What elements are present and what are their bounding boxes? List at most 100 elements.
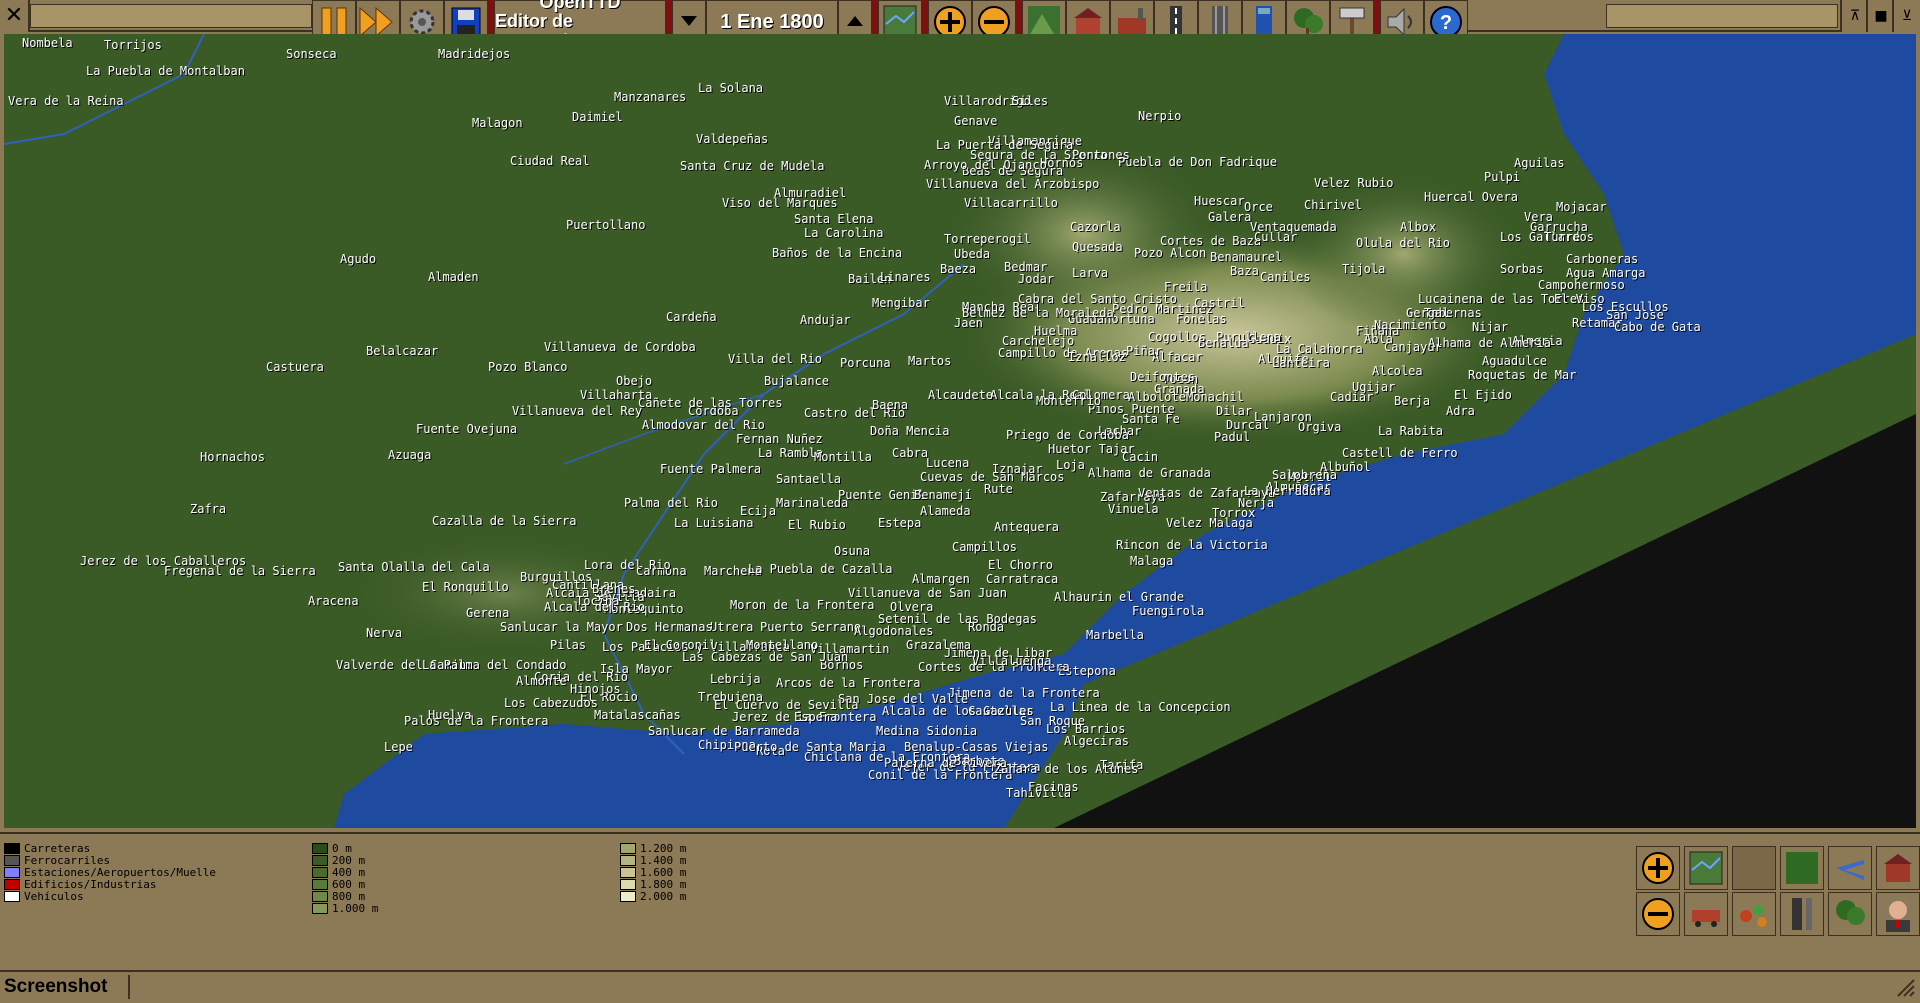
- town-label[interactable]: Jimena de la Frontera: [948, 686, 1100, 700]
- town-label[interactable]: Baños de la Encina: [772, 246, 902, 260]
- town-label[interactable]: Pulpi: [1484, 170, 1520, 184]
- town-label[interactable]: Agudo: [340, 252, 376, 266]
- vehicles-toggle-button[interactable]: [1684, 892, 1728, 936]
- contours-toggle-button[interactable]: [1780, 846, 1824, 890]
- town-label[interactable]: La Linea de la Concepcion: [1050, 700, 1231, 714]
- town-label[interactable]: Algeciras: [1064, 734, 1129, 748]
- town-label[interactable]: Campohermoso: [1538, 278, 1625, 292]
- town-label[interactable]: Madridejos: [438, 47, 510, 61]
- town-label[interactable]: Larva: [1072, 266, 1108, 280]
- town-label[interactable]: El Viso: [1554, 292, 1605, 306]
- town-label[interactable]: Dilar: [1216, 404, 1252, 418]
- town-label[interactable]: Nerpio: [1138, 109, 1181, 123]
- town-label[interactable]: Nombela: [22, 36, 73, 50]
- town-label[interactable]: Conil de la Frontera: [868, 768, 1013, 782]
- town-label[interactable]: Cabra del Santo Cristo: [1018, 292, 1177, 306]
- town-label[interactable]: Alcaudete: [928, 388, 993, 402]
- town-label[interactable]: Iznajar: [992, 462, 1043, 476]
- town-label[interactable]: Iznalloz: [1068, 350, 1126, 364]
- town-label[interactable]: Villanueva de Cordoba: [544, 340, 696, 354]
- town-label[interactable]: El Cuervo de Sevilla: [714, 698, 859, 712]
- town-label[interactable]: Marbella: [1086, 628, 1144, 642]
- town-label[interactable]: Doña Mencia: [870, 424, 949, 438]
- town-label[interactable]: Castuera: [266, 360, 324, 374]
- town-label[interactable]: Campillos: [952, 540, 1017, 554]
- town-label[interactable]: Benamaurel: [1210, 250, 1282, 264]
- town-label[interactable]: Alhaurin el Grande: [1054, 590, 1184, 604]
- town-label[interactable]: Aguadulce: [1482, 354, 1547, 368]
- town-label[interactable]: Almargen: [912, 572, 970, 586]
- town-label[interactable]: Utrera: [710, 620, 753, 634]
- town-label[interactable]: Cañete de las Torres: [638, 396, 783, 410]
- town-label[interactable]: Albolote: [1128, 390, 1186, 404]
- town-label[interactable]: Matalascañas: [594, 708, 681, 722]
- town-label[interactable]: Rute: [984, 482, 1013, 496]
- town-label[interactable]: Manzanares: [614, 90, 686, 104]
- town-label[interactable]: Carboneras: [1566, 252, 1638, 266]
- town-label[interactable]: El Ejido: [1454, 388, 1512, 402]
- town-label[interactable]: Puente Genil: [838, 488, 925, 502]
- minimize-icon[interactable]: ⊼: [1840, 0, 1868, 32]
- town-label[interactable]: Monachil: [1186, 390, 1244, 404]
- town-label[interactable]: Nacimiento: [1374, 318, 1446, 332]
- town-label[interactable]: Aracena: [308, 594, 359, 608]
- town-label[interactable]: Estepa: [878, 516, 921, 530]
- town-label[interactable]: Montefrio: [1036, 394, 1101, 408]
- town-label[interactable]: Pontones: [1072, 148, 1130, 162]
- company-manager-button[interactable]: [1876, 892, 1920, 936]
- town-label[interactable]: Palma del Rio: [624, 496, 718, 510]
- town-label[interactable]: Ciudad Real: [510, 154, 589, 168]
- town-label[interactable]: Alameda: [920, 504, 971, 518]
- town-label[interactable]: Montellano: [746, 638, 818, 652]
- center-map-button[interactable]: [1684, 846, 1728, 890]
- town-label[interactable]: Espera: [794, 710, 837, 724]
- town-label[interactable]: Fregenal de la Sierra: [164, 564, 316, 578]
- town-label[interactable]: La Herradura: [1244, 484, 1331, 498]
- town-label[interactable]: Baza: [1230, 264, 1259, 278]
- town-label[interactable]: Belalcazar: [366, 344, 438, 358]
- town-label[interactable]: Torrox: [1212, 506, 1255, 520]
- town-label[interactable]: Fuengirola: [1132, 604, 1204, 618]
- town-label[interactable]: Martos: [908, 354, 951, 368]
- town-label[interactable]: Hinojos: [570, 682, 621, 696]
- town-label[interactable]: Belmez de la Moraleda: [962, 306, 1114, 320]
- town-label[interactable]: Cabo de Gata: [1614, 320, 1701, 334]
- town-label[interactable]: Aguilas: [1514, 156, 1565, 170]
- town-label[interactable]: Torreperogil: [944, 232, 1031, 246]
- blank-button[interactable]: [1732, 846, 1776, 890]
- legend-zoom-out-button[interactable]: [1636, 892, 1680, 936]
- town-label[interactable]: Mengibar: [872, 296, 930, 310]
- map-viewport[interactable]: Nombela Torrijos Sonseca Madridejos La Puebl…: [4, 34, 1916, 828]
- town-label[interactable]: Palos de la Frontera: [404, 714, 549, 728]
- town-label[interactable]: Sanlucar la Mayor: [500, 620, 623, 634]
- town-label[interactable]: Cardeña: [666, 310, 717, 324]
- town-label[interactable]: Siles: [1012, 94, 1048, 108]
- town-label[interactable]: Andujar: [800, 313, 851, 327]
- town-label[interactable]: Santa Olalla del Cala: [338, 560, 490, 574]
- town-label[interactable]: Cogollos: [1148, 330, 1206, 344]
- town-label[interactable]: El Ronquillo: [422, 580, 509, 594]
- town-label[interactable]: Albox: [1400, 220, 1436, 234]
- town-label[interactable]: Los Cabezudos: [504, 696, 598, 710]
- transport-toggle-button[interactable]: [1828, 846, 1872, 890]
- town-label[interactable]: Almaden: [428, 270, 479, 284]
- town-label[interactable]: Fuente Ovejuna: [416, 422, 517, 436]
- town-label[interactable]: Daimiel: [572, 110, 623, 124]
- town-label[interactable]: Vera de la Reina: [8, 94, 124, 108]
- owners-toggle-button[interactable]: [1876, 846, 1920, 890]
- town-label[interactable]: Lepe: [384, 740, 413, 754]
- town-label[interactable]: Gerena: [466, 606, 509, 620]
- town-label[interactable]: Genave: [954, 114, 997, 128]
- town-label[interactable]: Cacin: [1122, 450, 1158, 464]
- town-label[interactable]: Villacarrillo: [964, 196, 1058, 210]
- town-label[interactable]: Olula del Rio: [1356, 236, 1450, 250]
- town-label[interactable]: Padul: [1214, 430, 1250, 444]
- town-label[interactable]: Roquetas de Mar: [1468, 368, 1576, 382]
- town-label[interactable]: Cadiar: [1330, 390, 1373, 404]
- town-label[interactable]: Puertollano: [566, 218, 645, 232]
- town-label[interactable]: Obejo: [616, 374, 652, 388]
- town-label[interactable]: Berja: [1394, 394, 1430, 408]
- town-label[interactable]: Lebrija: [710, 672, 761, 686]
- town-label[interactable]: La Palma del Condado: [422, 658, 567, 672]
- town-label[interactable]: Lanteira: [1272, 356, 1330, 370]
